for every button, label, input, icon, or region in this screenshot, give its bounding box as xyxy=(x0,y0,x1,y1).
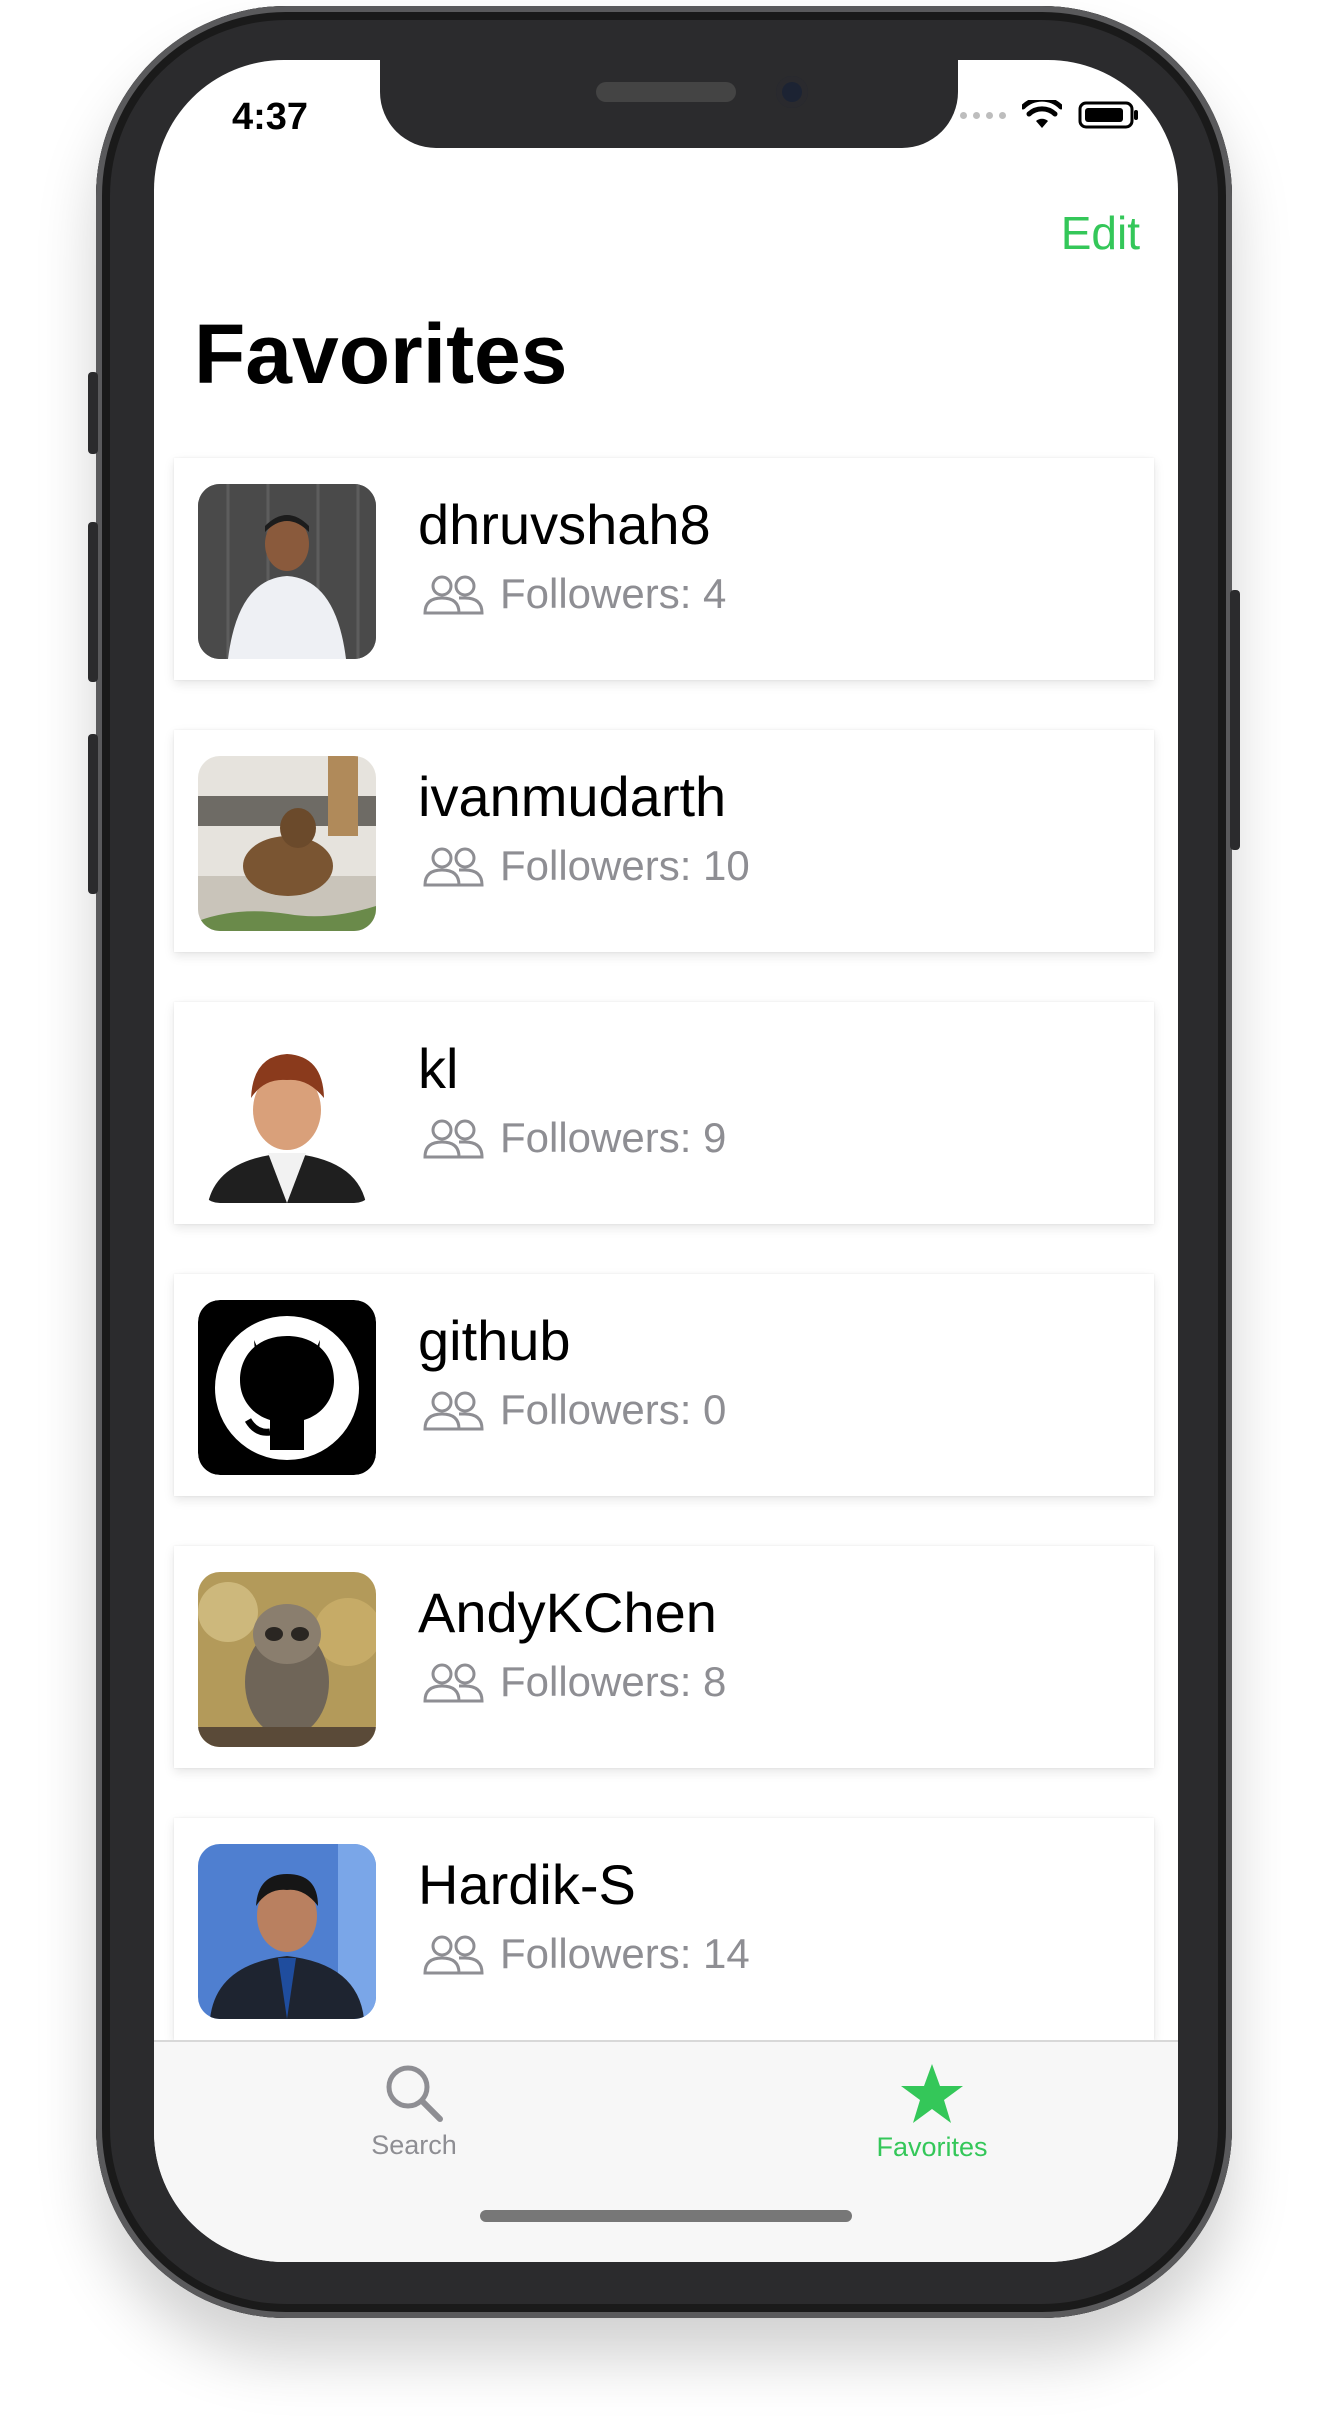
list-item[interactable]: github Followers: 0 xyxy=(174,1274,1154,1496)
search-icon xyxy=(386,2065,443,2122)
list-item[interactable]: dhruvshah8 Followers: 4 xyxy=(174,458,1154,680)
battery-icon xyxy=(1078,101,1138,129)
followers-icon xyxy=(423,847,484,887)
followers-row: Followers: 14 xyxy=(422,1930,750,1978)
edit-button[interactable]: Edit xyxy=(1061,206,1140,260)
notch xyxy=(380,60,958,148)
list-item[interactable]: kl Followers: 9 xyxy=(174,1002,1154,1224)
home-indicator[interactable] xyxy=(480,2210,852,2222)
power-button xyxy=(1230,590,1240,850)
followers-row: Followers: 8 xyxy=(422,1658,726,1706)
tab-bar: Search Favorites xyxy=(154,2040,1178,2262)
tab-search-label: Search xyxy=(371,2130,457,2160)
username: github xyxy=(418,1309,571,1372)
followers-icon xyxy=(423,1935,484,1975)
github-logo xyxy=(198,1300,376,1475)
tab-search[interactable]: Search xyxy=(314,2062,514,2161)
tab-favorites-label: Favorites xyxy=(876,2132,988,2162)
followers-count: Followers: 8 xyxy=(500,1658,727,1705)
username: kl xyxy=(418,1037,459,1100)
volume-up-button xyxy=(88,522,98,682)
list-item[interactable]: ivanmudarth Followers: 10 xyxy=(174,730,1154,952)
avatar xyxy=(198,756,376,931)
screen: 4:37 Edit Favorites dhruvshah8 Followers… xyxy=(154,60,1178,2262)
username: dhruvshah8 xyxy=(418,493,711,556)
followers-row: Followers: 9 xyxy=(422,1114,726,1162)
mute-switch xyxy=(88,372,98,454)
username: Hardik-S xyxy=(418,1853,636,1916)
volume-down-button xyxy=(88,734,98,894)
page-title: Favorites xyxy=(194,307,568,401)
avatar xyxy=(198,1572,376,1747)
avatar xyxy=(198,1844,376,2019)
tab-favorites[interactable]: Favorites xyxy=(832,2062,1032,2163)
star-icon xyxy=(901,2064,963,2123)
avatar xyxy=(198,1028,376,1203)
followers-row: Followers: 0 xyxy=(422,1386,726,1434)
followers-icon xyxy=(423,1391,484,1431)
followers-count: Followers: 14 xyxy=(500,1930,750,1977)
favorites-list: dhruvshah8 Followers: 4 ivanmudarth Foll… xyxy=(174,458,1154,2090)
speaker-grille xyxy=(596,82,736,102)
username: ivanmudarth xyxy=(418,765,727,828)
status-time: 4:37 xyxy=(232,96,309,138)
followers-row: Followers: 4 xyxy=(422,570,726,618)
list-item[interactable]: AndyKChen Followers: 8 xyxy=(174,1546,1154,1768)
front-camera xyxy=(776,76,808,108)
list-item[interactable]: Hardik-S Followers: 14 xyxy=(174,1818,1154,2040)
followers-icon xyxy=(423,1663,484,1703)
followers-icon xyxy=(423,575,484,615)
wifi-icon xyxy=(1022,100,1062,128)
followers-count: Followers: 0 xyxy=(500,1386,727,1433)
followers-count: Followers: 10 xyxy=(500,842,750,889)
followers-row: Followers: 10 xyxy=(422,842,750,890)
followers-icon xyxy=(423,1119,484,1159)
followers-count: Followers: 9 xyxy=(500,1114,727,1161)
followers-count: Followers: 4 xyxy=(500,570,727,617)
cellular-signal-icon xyxy=(960,111,1006,119)
status-indicators xyxy=(960,100,1140,130)
username: AndyKChen xyxy=(418,1581,717,1644)
avatar xyxy=(198,484,376,659)
